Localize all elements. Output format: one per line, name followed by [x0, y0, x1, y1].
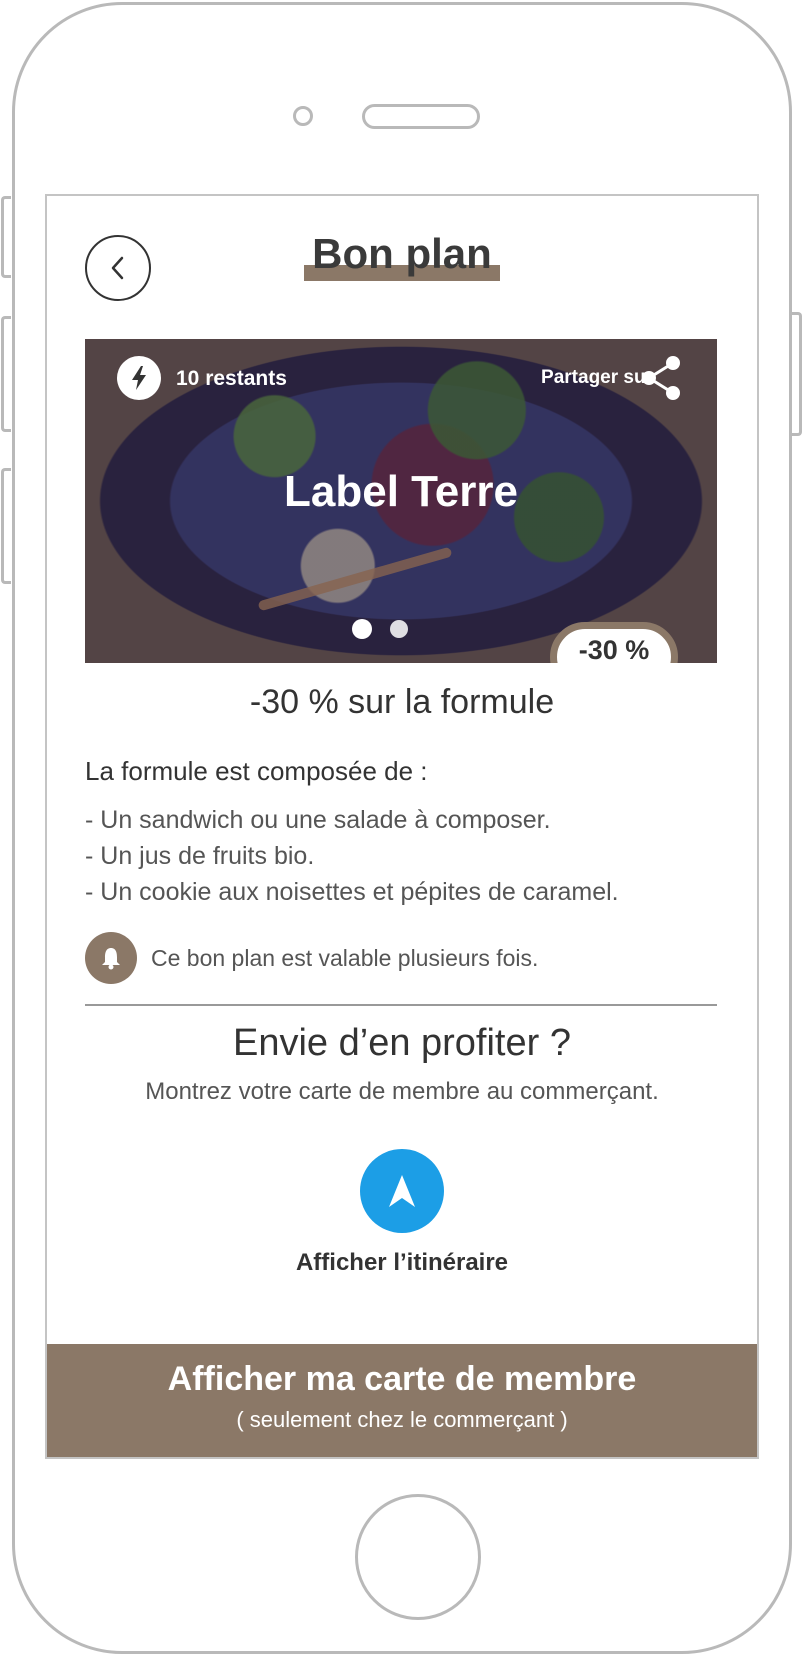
page-title: Bon plan: [312, 230, 492, 277]
app-screen: Bon plan 10 restants Partager sur Label …: [45, 194, 759, 1459]
remaining-badge: [117, 356, 161, 400]
hero-image: 10 restants Partager sur Label Terre -30…: [85, 339, 717, 663]
home-button[interactable]: [355, 1494, 481, 1620]
show-member-card-button[interactable]: Afficher ma carte de membre ( seulement …: [47, 1344, 757, 1457]
composition-list: - Un sandwich ou une salade à composer. …: [85, 802, 619, 910]
directions-label[interactable]: Afficher l’itinéraire: [47, 1249, 757, 1277]
member-card-label: Afficher ma carte de membre: [167, 1360, 637, 1398]
member-card-sublabel: ( seulement chez le commerçant ): [236, 1407, 568, 1432]
cta-title: Envie d’en profiter ?: [233, 1022, 571, 1064]
volume-down-button: [1, 468, 11, 584]
share-label[interactable]: Partager sur: [541, 367, 653, 389]
validity-text: Ce bon plan est valable plusieurs fois.: [151, 944, 539, 971]
lightning-icon: [132, 366, 146, 390]
validity-info: Ce bon plan est valable plusieurs fois.: [85, 932, 717, 984]
list-item: - Un jus de fruits bio.: [85, 842, 315, 870]
bell-badge: [85, 932, 137, 984]
divider: [85, 1004, 717, 1006]
mute-switch: [1, 196, 11, 278]
bell-icon: [102, 948, 120, 970]
share-icon[interactable]: [639, 355, 683, 401]
directions-button[interactable]: [360, 1149, 444, 1233]
earpiece-speaker: [362, 104, 480, 129]
composition-heading: La formule est composée de :: [85, 756, 428, 786]
volume-up-button: [1, 316, 11, 432]
front-camera: [293, 106, 313, 126]
navigation-arrow-icon: [389, 1175, 415, 1207]
carousel-dot-1[interactable]: [352, 619, 372, 639]
discount-badge: -30 %: [550, 622, 678, 663]
list-item: - Un sandwich ou une salade à composer.: [85, 806, 551, 834]
offer-title: -30 % sur la formule: [249, 683, 555, 721]
carousel-dot-2[interactable]: [390, 620, 408, 638]
hero-title: Label Terre: [284, 467, 518, 516]
cta-subtitle: Montrez votre carte de membre au commerç…: [145, 1078, 659, 1105]
power-button: [792, 312, 802, 436]
remaining-count: 10 restants: [176, 367, 287, 390]
list-item: - Un cookie aux noisettes et pépites de …: [85, 878, 619, 906]
